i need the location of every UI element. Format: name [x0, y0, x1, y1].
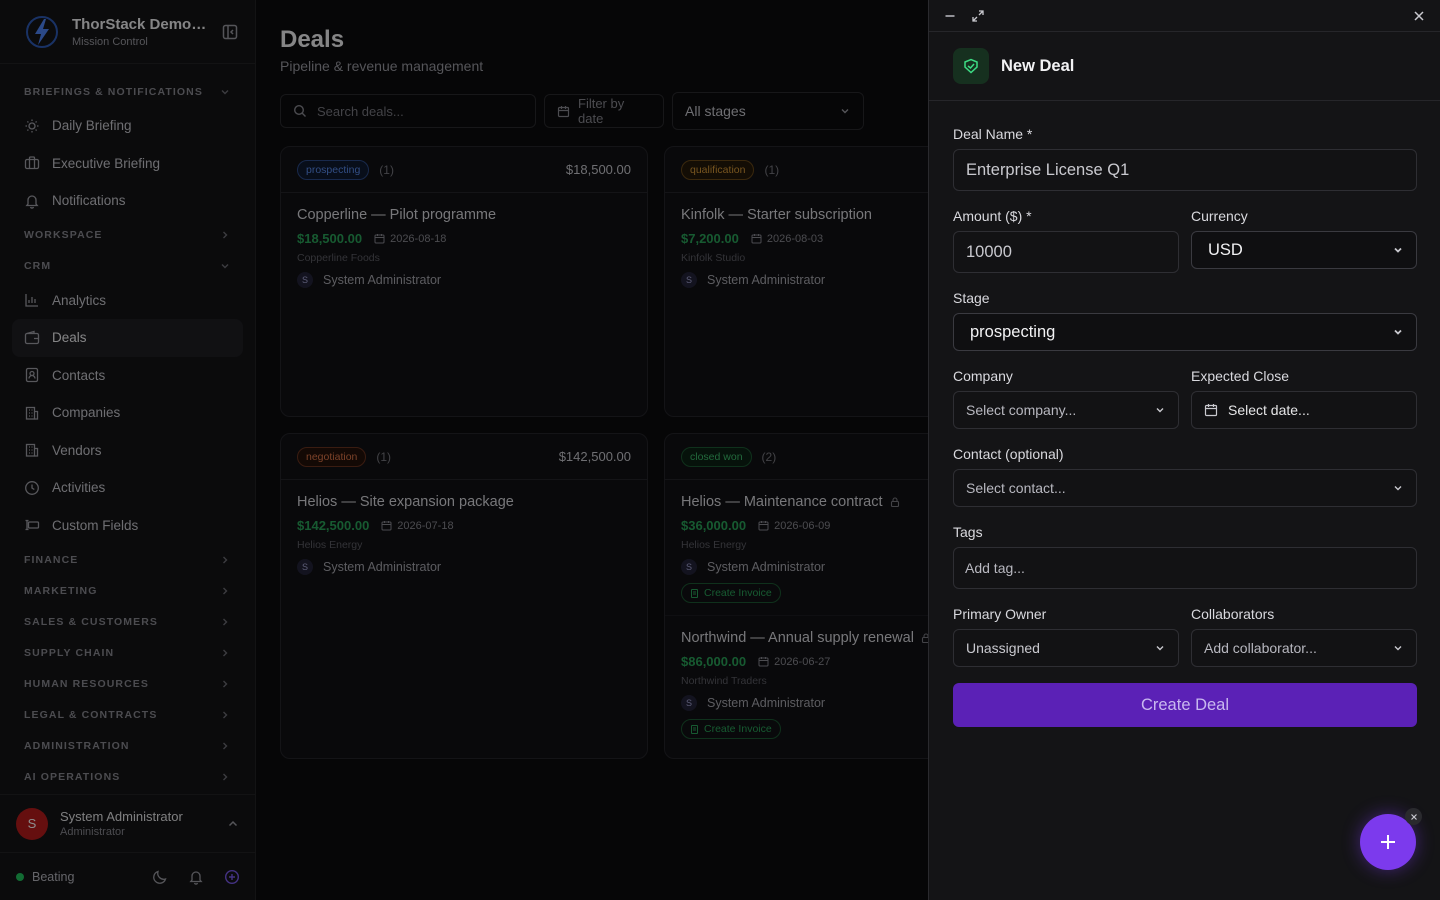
create-deal-button[interactable]: Create Deal: [953, 683, 1417, 727]
modal-backdrop[interactable]: [0, 0, 928, 900]
company-label: Company: [953, 368, 1013, 384]
amount-field[interactable]: 10000: [953, 231, 1179, 273]
plus-icon: [1378, 832, 1398, 852]
expand-icon[interactable]: [971, 9, 985, 23]
panel-window-controls: [929, 0, 1440, 32]
collaborators-select[interactable]: Add collaborator...: [1191, 629, 1417, 667]
deal-name-label: Deal Name *: [953, 126, 1033, 142]
company-select[interactable]: Select company...: [953, 391, 1179, 429]
amount-label: Amount ($) *: [953, 208, 1032, 224]
expected-close-date-picker[interactable]: Select date...: [1191, 391, 1417, 429]
chevron-down-icon: [1392, 482, 1404, 494]
chevron-down-icon: [1154, 404, 1166, 416]
handshake-icon: [953, 48, 989, 84]
dismiss-fab-button[interactable]: [1405, 808, 1422, 825]
panel-title: New Deal: [1001, 56, 1075, 75]
chevron-down-icon: [1392, 642, 1404, 654]
currency-label: Currency: [1191, 208, 1248, 224]
stage-select[interactable]: prospecting: [953, 313, 1417, 351]
minimize-icon[interactable]: [943, 9, 957, 23]
tags-label: Tags: [953, 524, 983, 540]
primary-owner-select[interactable]: Unassigned: [953, 629, 1179, 667]
close-icon: [1410, 813, 1418, 821]
expected-close-label: Expected Close: [1191, 368, 1290, 384]
new-deal-panel: New Deal Deal Name * Enterprise License …: [928, 0, 1440, 900]
primary-owner-label: Primary Owner: [953, 606, 1047, 622]
chevron-down-icon: [1392, 326, 1404, 338]
chevron-down-icon: [1392, 244, 1404, 256]
close-icon[interactable]: [1412, 9, 1426, 23]
collaborators-label: Collaborators: [1191, 606, 1275, 622]
tags-input[interactable]: Add tag...: [953, 547, 1417, 589]
panel-header: New Deal: [929, 32, 1440, 101]
contact-label: Contact (optional): [953, 446, 1064, 462]
deal-name-field[interactable]: Enterprise License Q1: [953, 149, 1417, 191]
stage-label: Stage: [953, 290, 990, 306]
calendar-icon: [1204, 403, 1218, 417]
currency-select[interactable]: USD: [1191, 231, 1417, 269]
chevron-down-icon: [1154, 642, 1166, 654]
contact-select[interactable]: Select contact...: [953, 469, 1417, 507]
